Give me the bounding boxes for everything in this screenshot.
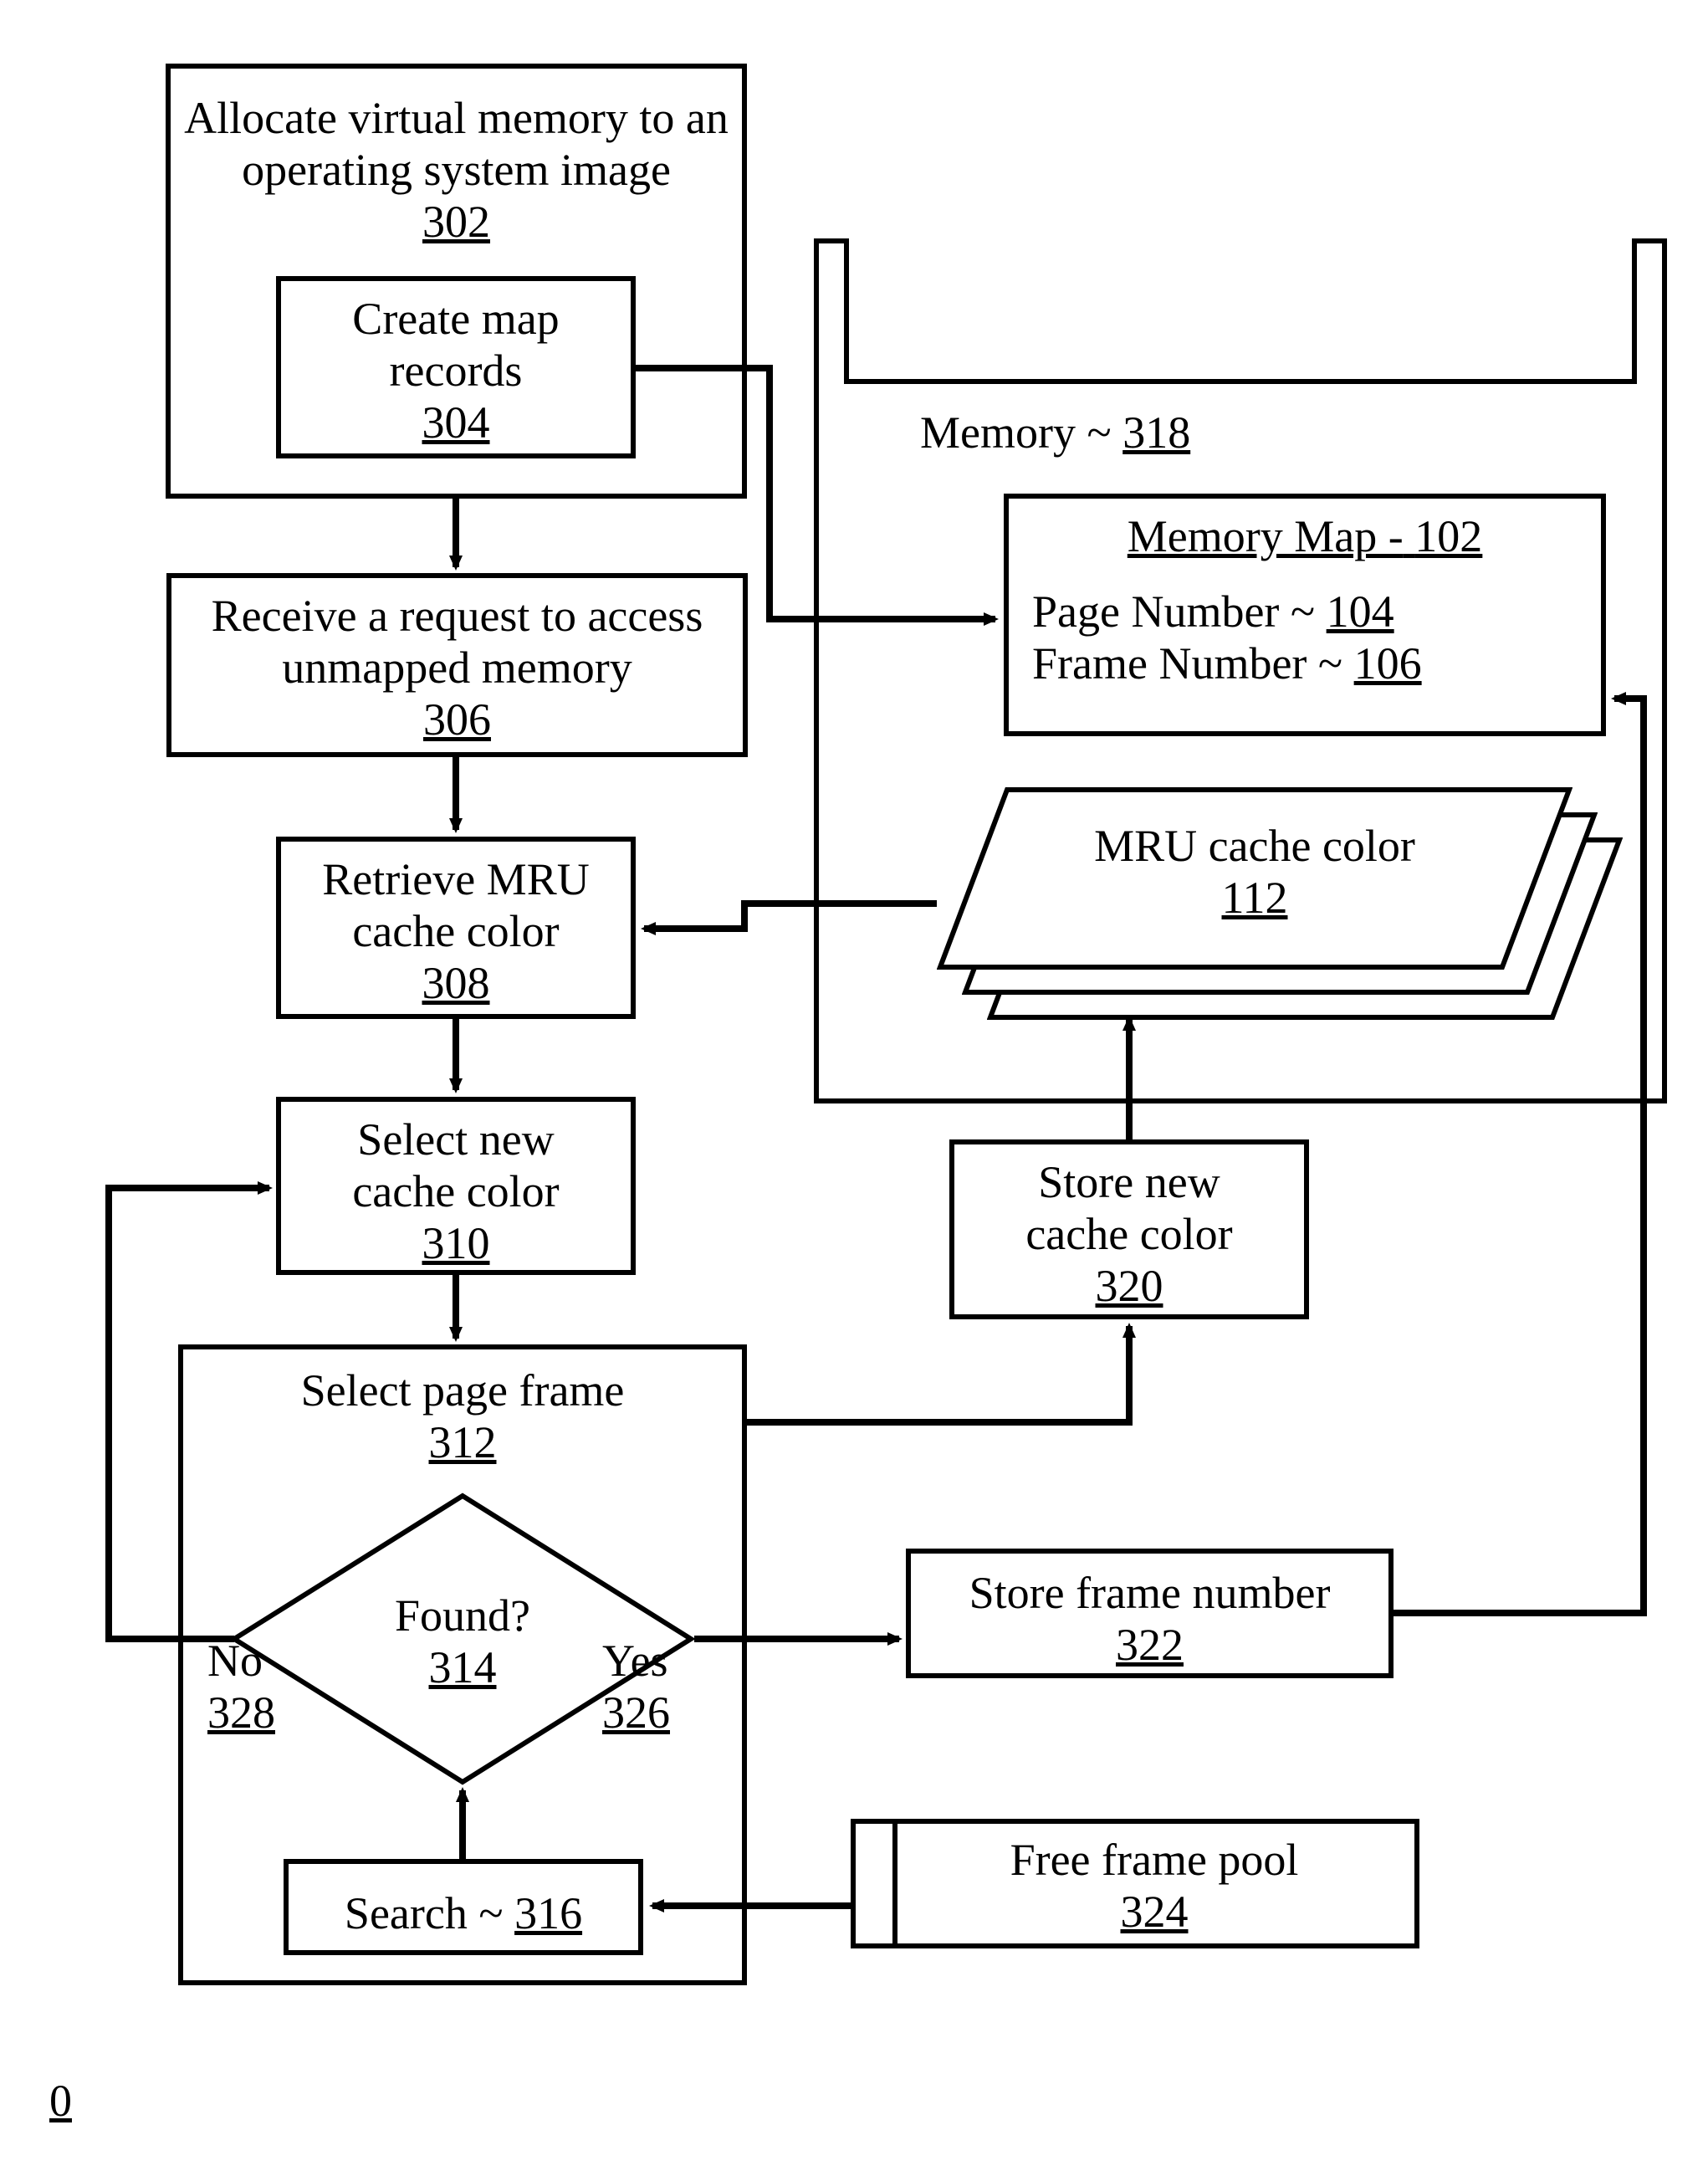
box-receive-request: Receive a request to access unmapped mem… <box>166 573 748 757</box>
text-318: Memory ~ 318 <box>920 407 1338 458</box>
box-store-new-color: Store new cache color 320 <box>949 1139 1309 1319</box>
ref-324: 324 <box>1121 1887 1189 1937</box>
ref-308: 308 <box>422 958 490 1008</box>
ref-306: 306 <box>423 694 491 745</box>
ref-322: 322 <box>1116 1620 1184 1670</box>
ref-fig: 0 <box>49 2076 72 2126</box>
text-324: Free frame pool 324 <box>912 1834 1397 1938</box>
text-318-label: Memory ~ <box>920 407 1112 458</box>
box-free-frame-pool-strip <box>851 1819 897 1948</box>
ref-326: 326 <box>602 1687 670 1738</box>
label-yes: Yes 326 <box>602 1635 703 1738</box>
ref-304: 304 <box>422 397 490 448</box>
text-324-l1: Free frame pool <box>1010 1835 1299 1885</box>
text-308-l2: cache color <box>352 906 559 956</box>
text-102-title: Memory Map - <box>1128 511 1404 561</box>
text-308-l1: Retrieve MRU <box>322 854 589 904</box>
ref-320: 320 <box>1096 1261 1163 1311</box>
text-106-label: Frame Number ~ <box>1032 638 1342 689</box>
box-search: Search ~ 316 <box>284 1859 643 1955</box>
box-retrieve-mru: Retrieve MRU cache color 308 <box>276 837 636 1019</box>
text-322-l1: Store frame number <box>969 1568 1331 1618</box>
box-memory-inner <box>844 238 1637 384</box>
text-316-label: Search ~ <box>345 1888 504 1938</box>
figure-ref: 0 <box>49 2075 116 2127</box>
ref-112: 112 <box>1222 873 1288 923</box>
box-memory-map: Memory Map - 102 Page Number ~ 104 Frame… <box>1004 494 1606 736</box>
text-310-l1: Select new <box>357 1114 554 1165</box>
box-store-frame-number: Store frame number 322 <box>906 1549 1394 1678</box>
text-304-l2: records <box>390 346 523 396</box>
row-frame-number: Frame Number ~ 106 <box>1032 637 1578 689</box>
ref-106: 106 <box>1354 638 1422 689</box>
box-select-new-color: Select new cache color 310 <box>276 1097 636 1275</box>
ref-102: 102 <box>1414 511 1482 561</box>
text-302-l1: Allocate virtual memory to an <box>184 93 729 143</box>
ref-312: 312 <box>429 1417 497 1467</box>
ref-316: 316 <box>514 1888 582 1938</box>
text-304-l1: Create map <box>352 294 559 344</box>
ref-104: 104 <box>1327 586 1394 637</box>
row-page-number: Page Number ~ 104 <box>1032 586 1578 637</box>
text-no: No <box>207 1636 263 1686</box>
text-310-l2: cache color <box>352 1166 559 1216</box>
ref-310: 310 <box>422 1218 490 1268</box>
label-no: No 328 <box>207 1635 308 1738</box>
text-104-label: Page Number ~ <box>1032 586 1315 637</box>
ref-314: 314 <box>429 1642 497 1692</box>
text-320-l1: Store new <box>1038 1157 1220 1207</box>
text-112: MRU cache color 112 <box>1004 820 1506 924</box>
text-yes: Yes <box>602 1636 668 1686</box>
text-320-l2: cache color <box>1025 1209 1232 1259</box>
text-306-l2: unmapped memory <box>282 643 632 693</box>
text-312-l1: Select page frame <box>301 1365 625 1416</box>
ref-302: 302 <box>422 197 490 247</box>
text-314-q: Found? <box>395 1590 530 1641</box>
box-create-map-records: Create map records 304 <box>276 276 636 458</box>
ref-318: 318 <box>1122 407 1190 458</box>
text-112-l1: MRU cache color <box>1094 821 1415 871</box>
text-302-l2: operating system image <box>242 145 671 195</box>
ref-328: 328 <box>207 1687 275 1738</box>
text-306-l1: Receive a request to access <box>212 591 703 641</box>
